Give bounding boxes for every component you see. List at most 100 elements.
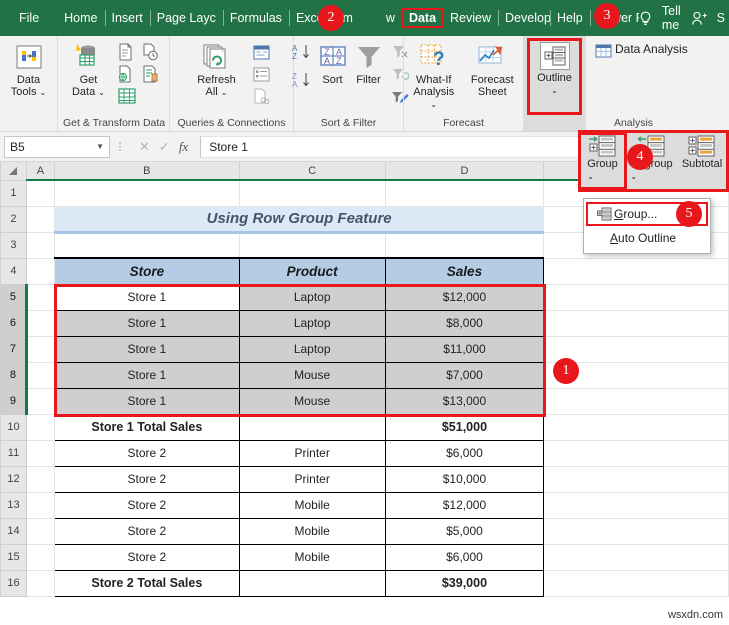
subtotal-button[interactable]: Subtotal: [676, 132, 728, 170]
cell-D13[interactable]: $12,000: [384, 491, 545, 519]
cell-A4[interactable]: [25, 257, 55, 285]
cell-E12[interactable]: [543, 465, 729, 493]
cell-B12[interactable]: Store 2: [53, 465, 240, 493]
tab-data[interactable]: Data: [401, 8, 444, 28]
cell-D14[interactable]: $5,000: [384, 517, 545, 545]
column-header-D[interactable]: D: [384, 162, 545, 181]
cell-B16[interactable]: Store 2 Total Sales: [53, 569, 240, 597]
cell-B5[interactable]: Store 1: [53, 283, 240, 311]
cell-B6[interactable]: Store 1: [53, 309, 240, 337]
cell-C6[interactable]: Laptop: [238, 309, 386, 337]
get-data-button[interactable]: Get Data ⌄: [66, 40, 112, 98]
cell-D11[interactable]: $6,000: [384, 439, 545, 467]
what-if-analysis-button[interactable]: ? What-If Analysis ⌄: [409, 40, 459, 110]
cell-E9[interactable]: [543, 387, 729, 415]
cell-C15[interactable]: Mobile: [238, 543, 386, 571]
chevron-down-icon[interactable]: ⌄: [430, 100, 437, 109]
cell-A10[interactable]: [25, 413, 55, 441]
cell-C1[interactable]: [238, 179, 386, 207]
cell-B11[interactable]: Store 2: [53, 439, 240, 467]
cell-C14[interactable]: Mobile: [238, 517, 386, 545]
chevron-down-icon[interactable]: ⌄: [587, 172, 594, 181]
cell-C13[interactable]: Mobile: [238, 491, 386, 519]
tab-insert[interactable]: Insert: [104, 8, 150, 28]
cell-C8[interactable]: Mouse: [238, 361, 386, 389]
tell-me-box[interactable]: Tell me: [662, 4, 681, 32]
row-header-5[interactable]: 5: [0, 284, 28, 311]
cell-D3[interactable]: [384, 231, 545, 259]
recent-sources-icon[interactable]: [140, 42, 162, 62]
cell-C9[interactable]: Mouse: [238, 387, 386, 415]
sheet-title-cell[interactable]: Using Row Group Feature: [54, 206, 544, 234]
chevron-down-icon[interactable]: ⌄: [630, 172, 637, 181]
properties-icon[interactable]: [251, 64, 273, 84]
cell-A11[interactable]: [25, 439, 55, 467]
cell-B10[interactable]: Store 1 Total Sales: [53, 413, 240, 441]
chevron-down-icon[interactable]: ▼: [96, 142, 104, 151]
cell-A3[interactable]: [25, 231, 55, 259]
cell-B7[interactable]: Store 1: [53, 335, 240, 363]
tab-file[interactable]: File: [12, 8, 57, 28]
cell-D6[interactable]: $8,000: [384, 309, 545, 337]
cell-D9[interactable]: $13,000: [384, 387, 545, 415]
cell-B14[interactable]: Store 2: [53, 517, 240, 545]
row-header-10[interactable]: 10: [0, 414, 27, 441]
cell-C7[interactable]: Laptop: [238, 335, 386, 363]
data-tools-button[interactable]: Data Tools ⌄: [5, 40, 52, 98]
cell-A1[interactable]: [25, 179, 55, 207]
cell-B15[interactable]: Store 2: [53, 543, 240, 571]
refresh-all-button[interactable]: Refresh All ⌄: [191, 40, 243, 98]
chevron-down-icon[interactable]: ⌄: [221, 88, 228, 97]
tab-home[interactable]: Home: [57, 8, 104, 28]
outline-button[interactable]: Outline ⌄: [530, 40, 580, 96]
cell-E15[interactable]: [543, 543, 729, 571]
data-analysis-label[interactable]: Data Analysis: [615, 41, 688, 56]
cell-E14[interactable]: [543, 517, 729, 545]
cell-E16[interactable]: [543, 569, 729, 597]
header-cell-sales[interactable]: Sales: [384, 257, 545, 285]
row-header-4[interactable]: 4: [0, 258, 27, 285]
cell-D8[interactable]: $7,000: [384, 361, 545, 389]
sort-ascending-icon[interactable]: AZ: [291, 42, 313, 62]
row-header-8[interactable]: 8: [0, 362, 28, 389]
cell-A9[interactable]: [25, 387, 55, 415]
formula-bar-grip[interactable]: ⋮: [113, 140, 127, 153]
cell-D5[interactable]: $12,000: [384, 283, 545, 311]
header-cell-store[interactable]: Store: [53, 257, 240, 285]
close-icon[interactable]: ✕: [139, 139, 150, 155]
cell-D10[interactable]: $51,000: [384, 413, 545, 441]
cell-A7[interactable]: [25, 335, 55, 363]
cell-A13[interactable]: [25, 491, 55, 519]
cell-E5[interactable]: [543, 283, 729, 311]
tab-page-layout[interactable]: Page Layc: [149, 8, 223, 28]
tab-developer[interactable]: Developer: [498, 8, 550, 28]
cell-B1[interactable]: [53, 179, 240, 207]
row-header-16[interactable]: 16: [0, 570, 27, 597]
cell-A8[interactable]: [25, 361, 55, 389]
cell-D15[interactable]: $6,000: [384, 543, 545, 571]
cell-A16[interactable]: [25, 569, 55, 597]
sort-button[interactable]: ZAAZ Sort: [317, 40, 349, 86]
tab-view[interactable]: w: [360, 8, 402, 28]
row-header-14[interactable]: 14: [0, 518, 27, 545]
row-header-1[interactable]: 1: [0, 180, 27, 207]
row-header-15[interactable]: 15: [0, 544, 27, 571]
cell-E4[interactable]: [543, 257, 729, 285]
cell-A15[interactable]: [25, 543, 55, 571]
group-button[interactable]: Group ⌄: [578, 132, 627, 190]
edit-links-icon[interactable]: [251, 86, 273, 106]
cell-B8[interactable]: Store 1: [53, 361, 240, 389]
row-header-3[interactable]: 3: [0, 232, 27, 259]
cell-B13[interactable]: Store 2: [53, 491, 240, 519]
cell-C10[interactable]: [238, 413, 386, 441]
cell-A6[interactable]: [25, 309, 55, 337]
sort-descending-icon[interactable]: ZA: [291, 70, 313, 90]
select-all-corner[interactable]: [0, 162, 27, 181]
fx-icon[interactable]: fx: [179, 139, 188, 155]
cell-C5[interactable]: Laptop: [238, 283, 386, 311]
name-box[interactable]: B5 ▼: [4, 135, 110, 158]
tab-formulas[interactable]: Formulas: [222, 8, 289, 28]
row-header-7[interactable]: 7: [0, 336, 28, 363]
forecast-sheet-button[interactable]: Forecast Sheet: [467, 40, 518, 98]
cell-D7[interactable]: $11,000: [384, 335, 545, 363]
